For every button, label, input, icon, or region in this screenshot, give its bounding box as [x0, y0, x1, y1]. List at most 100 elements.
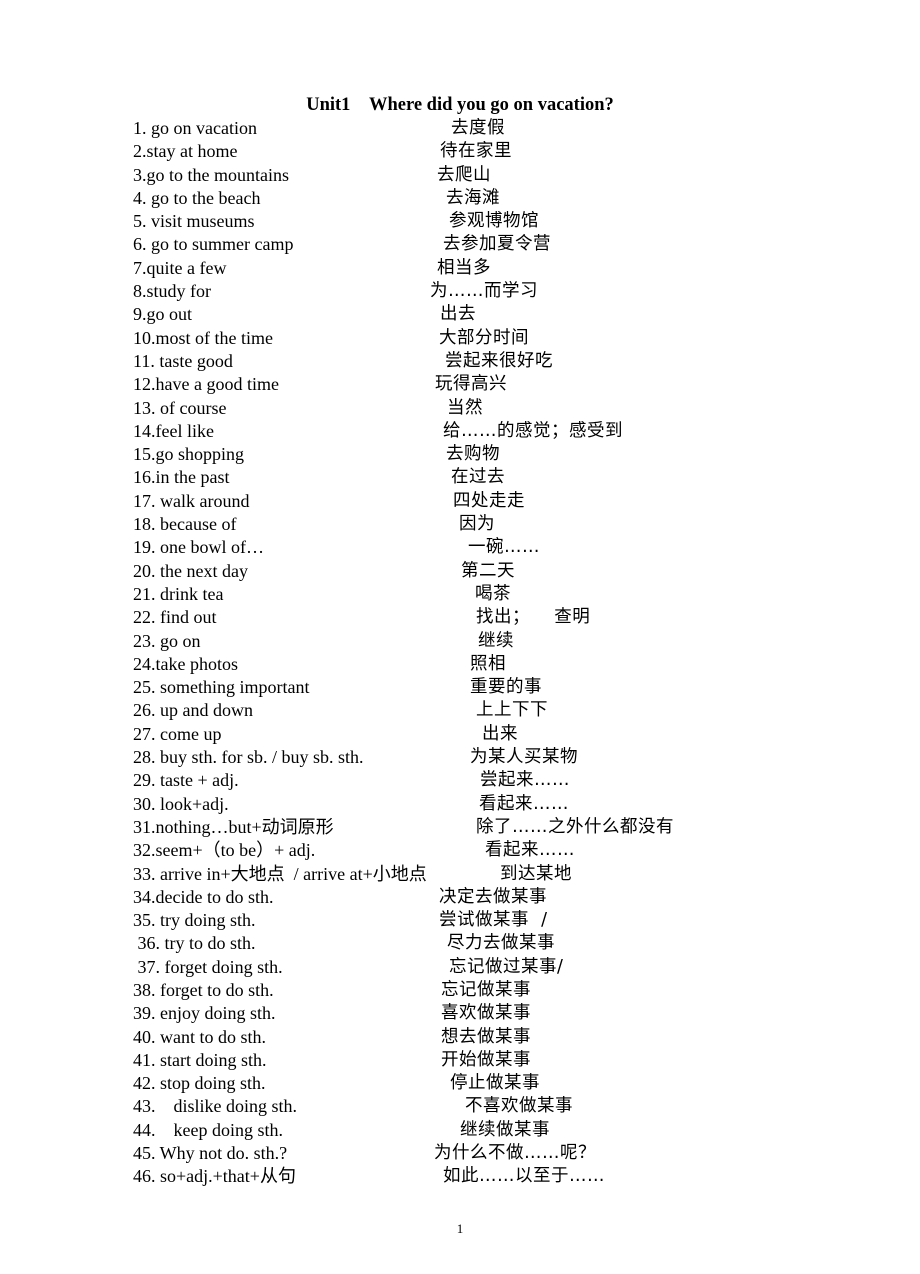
chinese-meaning: 想去做某事 [441, 1026, 531, 1047]
chinese-meaning: 尽力去做某事 [447, 933, 555, 954]
vocab-row: 9.go out 出去 [0, 303, 920, 326]
vocab-row: 41. start doing sth. 开始做某事 [0, 1049, 920, 1072]
chinese-meaning: 忘记做某事 [441, 979, 531, 1000]
vocab-row: 26. up and down 上上下下 [0, 699, 920, 722]
vocab-row: 40. want to do sth. 想去做某事 [0, 1026, 920, 1049]
vocab-row: 23. go on 继续 [0, 630, 920, 653]
chinese-meaning: 出来 [482, 723, 518, 744]
chinese-meaning: 大部分时间 [439, 327, 529, 348]
chinese-meaning: 继续 [478, 630, 514, 651]
vocab-row: 31.nothing…but+动词原形 除了……之外什么都没有 [0, 816, 920, 839]
english-phrase: 30. look+adj. [133, 793, 229, 814]
chinese-meaning: 到达某地 [500, 863, 572, 884]
vocab-row: 3.go to the mountains 去爬山 [0, 164, 920, 187]
english-phrase: 2.stay at home [133, 141, 238, 162]
chinese-meaning: 喜欢做某事 [441, 1003, 531, 1024]
vocab-row: 32.seem+（to be）+ adj. 看起来…… [0, 839, 920, 862]
vocab-row: 6. go to summer camp 去参加夏令营 [0, 233, 920, 256]
vocab-row: 35. try doing sth. 尝试做某事 / [0, 909, 920, 932]
english-phrase: 42. stop doing sth. [133, 1073, 266, 1094]
english-phrase: 28. buy sth. for sb. / buy sb. sth. [133, 747, 364, 768]
chinese-meaning: 看起来…… [479, 793, 569, 814]
english-phrase: 14.feel like [133, 420, 214, 441]
vocab-row: 39. enjoy doing sth. 喜欢做某事 [0, 1002, 920, 1025]
chinese-meaning: 一碗…… [468, 537, 540, 558]
english-phrase: 5. visit museums [133, 211, 255, 232]
vocab-row: 15.go shopping 去购物 [0, 443, 920, 466]
chinese-meaning: 决定去做某事 [439, 886, 547, 907]
english-phrase: 19. one bowl of… [133, 537, 264, 558]
chinese-meaning: 出去 [440, 304, 476, 325]
vocab-row: 42. stop doing sth. 停止做某事 [0, 1072, 920, 1095]
vocab-row: 14.feel like 给……的感觉；感受到 [0, 420, 920, 443]
english-phrase: 9.go out [133, 304, 193, 325]
chinese-meaning: 去爬山 [437, 164, 491, 185]
english-phrase: 43. dislike doing sth. [133, 1096, 298, 1117]
vocab-row: 37. forget doing sth. 忘记做过某事/ [0, 956, 920, 979]
chinese-meaning: 除了……之外什么都没有 [476, 816, 674, 837]
english-phrase: 15.go shopping [133, 444, 245, 465]
chinese-meaning: 去度假 [451, 118, 505, 138]
english-phrase: 32.seem+（to be）+ adj. [133, 840, 316, 861]
vocab-row: 13. of course 当然 [0, 397, 920, 420]
page-title: Unit1 Where did you go on vacation? [0, 95, 920, 116]
vocab-row: 34.decide to do sth. 决定去做某事 [0, 886, 920, 909]
english-phrase: 38. forget to do sth. [133, 979, 274, 1000]
chinese-meaning: 玩得高兴 [435, 374, 507, 395]
chinese-meaning: 重要的事 [470, 677, 542, 698]
chinese-meaning: 忘记做过某事/ [449, 956, 564, 977]
chinese-meaning: 为某人买某物 [470, 747, 578, 768]
english-phrase: 17. walk around [133, 490, 250, 511]
english-phrase: 6. go to summer camp [133, 234, 294, 255]
english-phrase: 31.nothing…but+动词原形 [133, 816, 334, 837]
english-phrase: 25. something important [133, 677, 310, 698]
vocab-row: 22. find out 找出； 查明 [0, 606, 920, 629]
chinese-meaning: 如此……以至于…… [443, 1166, 605, 1187]
vocab-row: 10.most of the time 大部分时间 [0, 327, 920, 350]
chinese-meaning: 第二天 [461, 560, 515, 581]
chinese-meaning: 尝试做某事 / [439, 910, 548, 931]
vocab-row: 19. one bowl of… 一碗…… [0, 536, 920, 559]
english-phrase: 45. Why not do. sth.? [133, 1143, 288, 1164]
vocab-row: 1. go on vacation 去度假 [0, 117, 920, 140]
vocab-row: 46. so+adj.+that+从句 如此……以至于…… [0, 1165, 920, 1188]
english-phrase: 21. drink tea [133, 583, 224, 604]
chinese-meaning: 开始做某事 [441, 1049, 531, 1070]
vocab-row: 30. look+adj. 看起来…… [0, 793, 920, 816]
chinese-meaning: 继续做某事 [460, 1119, 550, 1140]
vocab-row: 16.in the past 在过去 [0, 466, 920, 489]
english-phrase: 7.quite a few [133, 257, 227, 278]
english-phrase: 22. find out [133, 607, 217, 628]
vocab-row: 24.take photos 照相 [0, 653, 920, 676]
chinese-meaning: 相当多 [437, 257, 491, 278]
vocab-row: 45. Why not do. sth.? 为什么不做……呢？ [0, 1142, 920, 1165]
english-phrase: 8.study for [133, 281, 211, 302]
vocab-row: 33. arrive in+大地点 / arrive at+小地点 到达某地 [0, 863, 920, 886]
english-phrase: 12.have a good time [133, 374, 279, 395]
vocabulary-list: 1. go on vacation 去度假 2.stay at home 待在家里 3.… [0, 117, 920, 1189]
english-phrase: 10.most of the time [133, 327, 273, 348]
vocab-row: 28. buy sth. for sb. / buy sb. sth. 为某人买某… [0, 746, 920, 769]
english-phrase: 1. go on vacation [133, 118, 257, 138]
english-phrase: 33. arrive in+大地点 / arrive at+小地点 [133, 863, 427, 884]
chinese-meaning: 当然 [447, 397, 483, 418]
title-text: Where did you go on vacation? [368, 95, 614, 115]
vocab-row: 5. visit museums 参观博物馆 [0, 210, 920, 233]
chinese-meaning: 给……的感觉；感受到 [443, 420, 623, 441]
vocab-row: 25. something important 重要的事 [0, 676, 920, 699]
vocab-row: 8.study for 为……而学习 [0, 280, 920, 303]
chinese-meaning: 尝起来很好吃 [445, 350, 553, 371]
vocab-row: 38. forget to do sth. 忘记做某事 [0, 979, 920, 1002]
chinese-meaning: 停止做某事 [450, 1073, 540, 1094]
english-phrase: 35. try doing sth. [133, 910, 256, 931]
vocab-row: 7.quite a few 相当多 [0, 257, 920, 280]
chinese-meaning: 照相 [470, 653, 506, 674]
vocab-row: 4. go to the beach 去海滩 [0, 187, 920, 210]
chinese-meaning: 去海滩 [446, 187, 500, 208]
vocab-row: 21. drink tea 喝茶 [0, 583, 920, 606]
vocab-row: 29. taste + adj. 尝起来…… [0, 769, 920, 792]
page-number: 1 [456, 1221, 464, 1236]
chinese-meaning: 去购物 [446, 444, 500, 465]
english-phrase: 16.in the past [133, 467, 230, 488]
vocab-row: 36. try to do sth. 尽力去做某事 [0, 932, 920, 955]
